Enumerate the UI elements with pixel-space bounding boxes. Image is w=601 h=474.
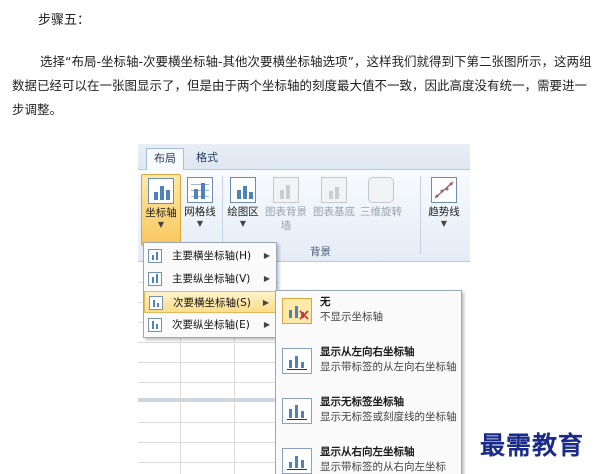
menu-item-label: 主要纵坐标轴(V) xyxy=(172,273,251,285)
submenu-arrow-icon: ▶ xyxy=(263,251,270,260)
background-group-label: 背景 xyxy=(310,246,331,258)
left-to-right-axis-icon xyxy=(282,348,312,374)
chart-wall-button: 图表背景墙 xyxy=(262,174,310,246)
trendline-button-label: 趋势线 xyxy=(428,206,460,218)
axis-chart-icon xyxy=(148,178,174,204)
grid-line xyxy=(138,382,278,383)
grid-line xyxy=(138,462,278,463)
secondary-vertical-axis-icon xyxy=(148,318,162,332)
option-description: 显示带标签的从右向左坐标 xyxy=(320,461,446,473)
ribbon-separator xyxy=(420,176,421,254)
grid-line xyxy=(138,342,278,343)
gridlines-chart-icon xyxy=(187,177,213,203)
plot-area-icon xyxy=(230,177,256,203)
trendline-icon xyxy=(431,177,457,203)
option-right-to-left-axis[interactable]: 显示从右向左坐标轴 显示带标签的从右向左坐标 xyxy=(278,445,459,474)
chart-wall-button-label: 图表背景墙 xyxy=(265,206,307,232)
tab-format[interactable]: 格式 xyxy=(188,148,226,170)
submenu-arrow-icon: ▶ xyxy=(263,274,270,283)
menu-item-secondary-vertical-axis[interactable]: 次要纵坐标轴(E) ▶ xyxy=(144,314,276,336)
chart-floor-button: 图表基底 xyxy=(312,174,356,246)
step-title: 步骤五： xyxy=(38,13,91,28)
site-watermark: 最需教育 xyxy=(480,431,585,460)
primary-horizontal-axis-icon xyxy=(148,249,162,263)
submenu-arrow-icon: ▶ xyxy=(263,320,270,329)
option-description: 不显示坐标轴 xyxy=(320,311,383,323)
right-to-left-axis-icon xyxy=(282,448,312,474)
menu-item-secondary-horizontal-axis[interactable]: 次要横坐标轴(S) ▶ xyxy=(144,291,276,313)
submenu-arrow-icon: ▶ xyxy=(262,298,269,307)
grid-line xyxy=(138,422,278,423)
trendline-button[interactable]: 趋势线 ▼ xyxy=(426,174,462,246)
plot-area-button-label: 绘图区 xyxy=(227,206,259,218)
grid-line xyxy=(138,362,278,363)
chart-wall-icon xyxy=(273,177,299,203)
plot-area-dropdown-icon: ▼ xyxy=(239,219,247,228)
tab-layout[interactable]: 布局 xyxy=(146,148,184,170)
axes-button-label: 坐标轴 xyxy=(145,207,177,219)
gridlines-button[interactable]: 网格线 ▼ xyxy=(182,174,218,246)
menu-item-label: 主要横坐标轴(H) xyxy=(172,250,252,262)
chart-edge xyxy=(138,398,278,402)
excel-screenshot: 布局 格式 坐标轴 ▼ 网格线 ▼ 绘图区 ▼ 图表背景墙 图表基底 三维旋转 … xyxy=(138,144,470,474)
grid-line xyxy=(138,442,278,443)
option-left-to-right-axis[interactable]: 显示从左向右坐标轴 显示带标签的从左向右坐标轴 xyxy=(278,345,459,393)
secondary-horizontal-axis-menu: 无 不显示坐标轴 显示从左向右坐标轴 显示带标签的从左向右坐标轴 显示无标签坐标… xyxy=(275,290,462,474)
chart-floor-icon xyxy=(321,177,347,203)
menu-item-primary-horizontal-axis[interactable]: 主要横坐标轴(H) ▶ xyxy=(144,245,276,267)
3d-rotation-button: 三维旋转 xyxy=(358,174,404,246)
axes-dropdown-menu: 主要横坐标轴(H) ▶ 主要纵坐标轴(V) ▶ 次要横坐标轴(S) ▶ 次要纵坐… xyxy=(143,242,277,338)
option-description: 显示无标签或刻度线的坐标轴 xyxy=(320,411,457,423)
option-description: 显示带标签的从左向右坐标轴 xyxy=(320,361,457,373)
no-axis-icon xyxy=(282,298,312,324)
menu-item-label: 次要纵坐标轴(E) xyxy=(172,319,250,331)
3d-rotation-button-label: 三维旋转 xyxy=(360,206,402,218)
3d-rotation-icon xyxy=(368,177,394,203)
option-none[interactable]: 无 不显示坐标轴 xyxy=(278,295,459,343)
plot-area-button[interactable]: 绘图区 ▼ xyxy=(226,174,260,246)
secondary-horizontal-axis-icon xyxy=(149,296,163,310)
option-title: 显示从左向右坐标轴 xyxy=(320,346,415,358)
option-no-label-axis[interactable]: 显示无标签坐标轴 显示无标签或刻度线的坐标轴 xyxy=(278,395,459,443)
chart-floor-button-label: 图表基底 xyxy=(313,206,355,218)
primary-vertical-axis-icon xyxy=(148,272,162,286)
axes-button[interactable]: 坐标轴 ▼ xyxy=(141,174,181,246)
ribbon-tab-bar: 布局 格式 xyxy=(138,144,470,170)
trendline-dropdown-icon: ▼ xyxy=(440,219,448,228)
axes-dropdown-icon: ▼ xyxy=(157,220,165,229)
option-title: 显示从右向左坐标轴 xyxy=(320,446,415,458)
option-title: 显示无标签坐标轴 xyxy=(320,396,404,408)
menu-item-primary-vertical-axis[interactable]: 主要纵坐标轴(V) ▶ xyxy=(144,268,276,290)
no-label-axis-icon xyxy=(282,398,312,424)
step-description: 选择“布局-坐标轴-次要横坐标轴-其他次要横坐标轴选项”，这样我们就得到下第二张… xyxy=(12,54,592,117)
gridlines-button-label: 网格线 xyxy=(184,206,216,218)
menu-item-label: 次要横坐标轴(S) xyxy=(173,297,251,309)
option-title: 无 xyxy=(320,296,331,308)
gridlines-dropdown-icon: ▼ xyxy=(196,219,204,228)
